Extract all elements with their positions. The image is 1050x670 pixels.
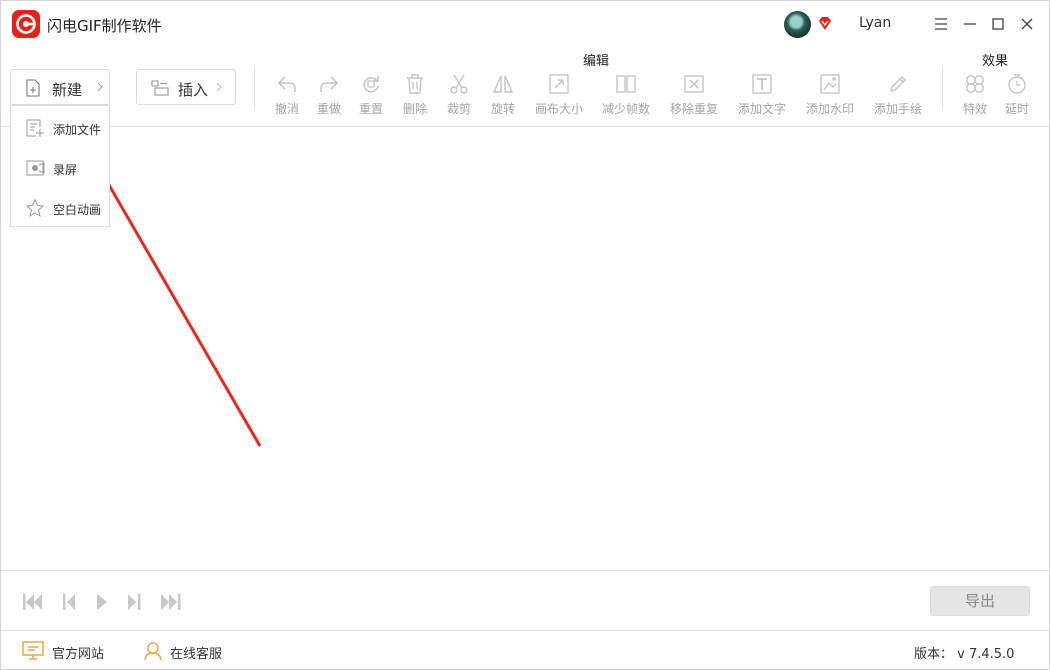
edit-group-label: 编辑	[583, 54, 610, 69]
annotation-arrow	[77, 140, 262, 447]
canvas-size-button[interactable]: 画布大小	[529, 73, 589, 119]
official-website-link[interactable]: 官方网站	[21, 641, 111, 662]
canvas-size-label: 画布大小	[534, 102, 583, 116]
add-handdraw-label: 添加手绘	[873, 102, 922, 116]
dropdown-item-label: 录屏	[53, 163, 78, 177]
record-icon	[25, 158, 45, 182]
new-button-label: 新建	[52, 81, 83, 99]
new-dropdown-menu: 添加文件 录屏 空白动画	[10, 105, 110, 227]
toolbar-separator	[942, 67, 943, 109]
footer: 官方网站 在线客服 版本： v 7.4.5.0	[1, 630, 1049, 670]
export-button[interactable]: 导出	[930, 586, 1030, 616]
rotate-button[interactable]: 旋转	[473, 73, 533, 119]
flip-icon	[492, 73, 514, 95]
new-file-icon	[25, 79, 41, 101]
play-icon[interactable]	[91, 591, 115, 613]
watermark-icon	[819, 73, 841, 95]
add-text-button[interactable]: 添加文字	[732, 73, 792, 119]
timer-icon	[1006, 73, 1028, 95]
remove-duplicate-button[interactable]: 移除重复	[664, 73, 724, 119]
add-watermark-label: 添加水印	[805, 102, 854, 116]
monitor-icon	[21, 641, 45, 665]
vip-diamond-icon[interactable]	[817, 15, 833, 33]
delay-button[interactable]: 延时	[987, 73, 1047, 119]
app-window: 闪电GIF制作软件 Lyan 新建 插入 编辑 效果 撤消 重做 重置 删除 裁…	[0, 0, 1050, 670]
chevron-right-icon	[216, 80, 222, 98]
reduce-frames-button[interactable]: 减少帧数	[596, 73, 656, 119]
app-title: 闪电GIF制作软件	[47, 17, 162, 35]
new-button[interactable]: 新建	[10, 69, 110, 105]
dropdown-item-blank-animation[interactable]: 空白动画	[11, 190, 109, 224]
close-icon[interactable]	[1016, 13, 1038, 35]
undo-icon	[276, 73, 298, 95]
maximize-icon[interactable]	[987, 13, 1009, 35]
app-logo-icon	[12, 10, 40, 38]
online-support-link[interactable]: 在线客服	[143, 641, 233, 662]
pen-icon	[887, 73, 909, 95]
text-icon	[751, 73, 773, 95]
trash-icon	[404, 73, 426, 95]
official-website-label: 官方网站	[52, 647, 105, 662]
dropdown-item-record-screen[interactable]: 录屏	[11, 150, 109, 184]
chevron-right-icon	[97, 80, 103, 98]
effects-icon	[964, 73, 986, 95]
toolbar: 新建 插入 编辑 效果 撤消 重做 重置 删除 裁剪 旋转 画布大小 减少帧数 …	[1, 47, 1049, 127]
effect-group-label: 效果	[982, 54, 1009, 69]
add-file-icon	[25, 118, 45, 142]
dropdown-item-label: 空白动画	[53, 203, 102, 217]
reduce-frames-label: 减少帧数	[601, 102, 650, 116]
insert-button[interactable]: 插入	[136, 69, 236, 105]
insert-button-label: 插入	[178, 81, 209, 99]
next-frame-icon[interactable]	[123, 591, 147, 613]
playback-bar: 导出	[1, 570, 1049, 630]
star-icon	[25, 198, 45, 222]
user-avatar[interactable]	[784, 11, 811, 38]
add-text-label: 添加文字	[737, 102, 786, 116]
redo-icon	[318, 73, 340, 95]
canvas-area	[1, 127, 1049, 570]
dropdown-item-add-file[interactable]: 添加文件	[11, 110, 109, 144]
toolbar-separator	[254, 67, 255, 109]
insert-icon	[151, 79, 169, 101]
username[interactable]: Lyan	[859, 15, 891, 31]
delay-label: 延时	[1004, 102, 1029, 116]
dropdown-item-label: 添加文件	[53, 123, 102, 137]
title-bar: 闪电GIF制作软件 Lyan	[1, 1, 1049, 47]
version-text: 版本： v 7.4.5.0	[914, 647, 1015, 662]
remove-duplicate-label: 移除重复	[669, 102, 718, 116]
rotate-label: 旋转	[490, 102, 515, 116]
first-frame-icon[interactable]	[21, 591, 45, 613]
previous-frame-icon[interactable]	[58, 591, 82, 613]
scissors-icon	[448, 73, 470, 95]
add-handdraw-button[interactable]: 添加手绘	[868, 73, 928, 119]
remove-duplicate-icon	[683, 73, 705, 95]
frames-icon	[615, 73, 637, 95]
customer-service-icon	[143, 641, 163, 665]
add-watermark-button[interactable]: 添加水印	[800, 73, 860, 119]
online-support-label: 在线客服	[170, 647, 223, 662]
last-frame-icon[interactable]	[159, 591, 183, 613]
reset-icon	[360, 73, 382, 95]
menu-icon[interactable]	[930, 13, 952, 35]
minimize-icon[interactable]	[959, 13, 981, 35]
resize-icon	[548, 73, 570, 95]
